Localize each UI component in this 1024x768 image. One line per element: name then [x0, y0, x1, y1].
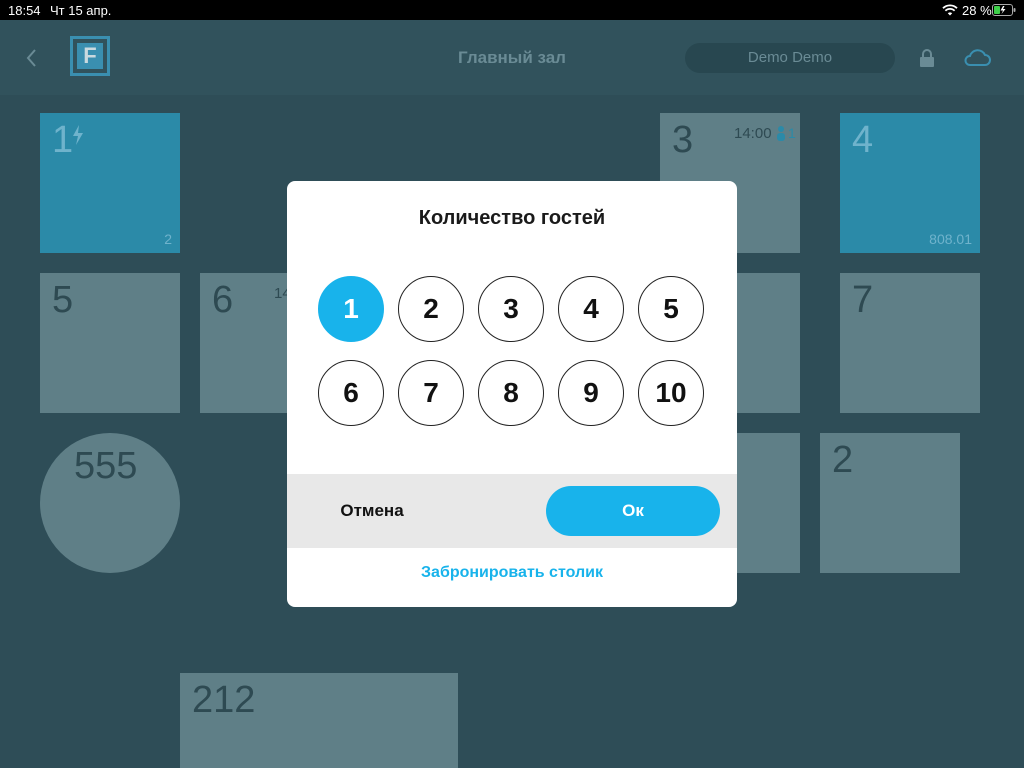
guest-option-5[interactable]: 5 — [638, 276, 704, 342]
battery-icon — [992, 4, 1016, 16]
lock-icon[interactable] — [918, 48, 936, 68]
logo-letter-icon: F — [77, 43, 103, 69]
reserve-table-link[interactable]: Забронировать столик — [287, 564, 737, 582]
table-time: 14:00 — [734, 125, 772, 142]
table-number: 1 — [52, 119, 74, 161]
guest-option-7[interactable]: 7 — [398, 360, 464, 426]
cancel-button[interactable]: Отмена — [317, 496, 427, 526]
back-icon[interactable] — [24, 47, 38, 69]
user-name-pill[interactable]: Demo Demo — [685, 43, 895, 73]
table-4[interactable]: 4 808.01 — [840, 113, 980, 253]
status-date: Чт 15 апр. — [50, 3, 112, 18]
table-guest-count: 1 — [788, 125, 796, 141]
app-logo: F — [70, 36, 110, 76]
cloud-icon[interactable] — [962, 47, 992, 69]
table-badge: 808.01 — [929, 231, 972, 247]
guest-option-6[interactable]: 6 — [318, 360, 384, 426]
guest-option-3[interactable]: 3 — [478, 276, 544, 342]
guest-option-10[interactable]: 10 — [638, 360, 704, 426]
table-number: 555 — [74, 445, 138, 487]
lightning-icon — [73, 125, 83, 145]
status-bar: 18:54 Чт 15 апр. 28 % — [0, 0, 1024, 20]
table-number: 6 — [212, 279, 234, 321]
guest-option-9[interactable]: 9 — [558, 360, 624, 426]
guest-option-4[interactable]: 4 — [558, 276, 624, 342]
table-555[interactable]: 555 — [40, 433, 180, 573]
status-time: 18:54 — [8, 3, 41, 18]
table-number: 7 — [852, 279, 874, 321]
table-badge: 2 — [164, 231, 172, 247]
table-2[interactable]: 2 — [820, 433, 960, 573]
table-212[interactable]: 212 — [180, 673, 458, 768]
battery-percent: 28 % — [962, 3, 992, 18]
table-7[interactable]: 7 — [840, 273, 980, 413]
table-1[interactable]: 1 2 — [40, 113, 180, 253]
table-number: 212 — [192, 679, 256, 721]
guest-option-2[interactable]: 2 — [398, 276, 464, 342]
table-number: 3 — [672, 119, 694, 161]
table-5[interactable]: 5 — [40, 273, 180, 413]
person-icon — [777, 126, 785, 141]
table-number: 5 — [52, 279, 74, 321]
guest-option-8[interactable]: 8 — [478, 360, 544, 426]
guest-option-1[interactable]: 1 — [318, 276, 384, 342]
wifi-icon — [942, 4, 958, 16]
table-number: 2 — [832, 439, 854, 481]
hall-title[interactable]: Главный зал — [420, 48, 604, 68]
table-number: 4 — [852, 119, 874, 161]
dialog-action-bar: Отмена Ок — [287, 474, 737, 548]
dialog-title: Количество гостей — [418, 207, 606, 229]
guest-count-dialog: Количество гостей 1 2 3 4 5 6 7 8 9 10 О… — [287, 181, 737, 607]
ok-button[interactable]: Ок — [546, 486, 720, 536]
